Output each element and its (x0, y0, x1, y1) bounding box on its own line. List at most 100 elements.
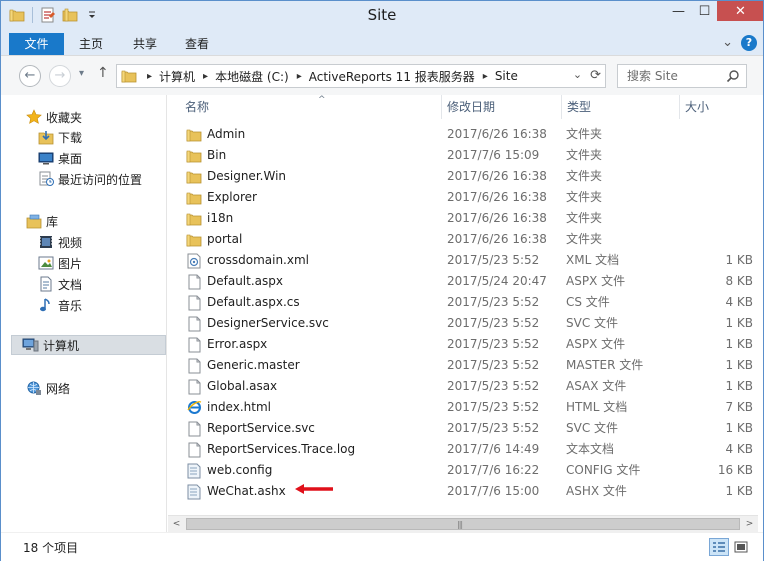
breadcrumb-computer[interactable]: 计算机 (159, 68, 195, 85)
search-icon[interactable] (726, 68, 740, 83)
file-date: 2017/5/23 5:52 (447, 358, 540, 372)
tab-share[interactable]: 共享 (125, 33, 165, 55)
tab-home[interactable]: 主页 (71, 33, 111, 55)
forward-button[interactable]: → (49, 65, 71, 87)
search-input[interactable]: 搜索 Site (617, 64, 747, 88)
file-name-cell[interactable]: Default.aspx.cs (186, 292, 300, 313)
file-row[interactable]: i18n 2017/6/26 16:38 文件夹 (168, 208, 763, 229)
file-name-cell[interactable]: Error.aspx (186, 334, 267, 355)
back-button[interactable]: ← (19, 65, 41, 87)
recent-locations-icon[interactable]: ▾ (79, 68, 84, 79)
sidebar-item-6[interactable]: 视频 (37, 232, 82, 252)
minimize-button[interactable]: — (665, 1, 691, 21)
folder-icon (186, 148, 202, 164)
breadcrumb-separator[interactable]: ▸ (297, 71, 302, 82)
file-name-cell[interactable]: Explorer (186, 187, 257, 208)
file-row[interactable]: Designer.Win 2017/6/26 16:38 文件夹 (168, 166, 763, 187)
file-name-cell[interactable]: Generic.master (186, 355, 300, 376)
history-dropdown-icon[interactable]: ⌄ (573, 68, 582, 83)
file-size (688, 187, 753, 208)
file-date: 2017/7/6 16:22 (447, 463, 540, 477)
sidebar-item-10[interactable]: 计算机 (11, 335, 166, 355)
file-name-cell[interactable]: i18n (186, 208, 233, 229)
file-row[interactable]: portal 2017/6/26 16:38 文件夹 (168, 229, 763, 250)
breadcrumb-separator[interactable]: ▸ (483, 71, 488, 82)
file-name-cell[interactable]: Admin (186, 124, 245, 145)
sidebar-item-4[interactable]: 最近访问的位置 (37, 169, 142, 189)
file-row[interactable]: ReportServices.Trace.log 2017/7/6 14:49 文本… (168, 439, 763, 460)
close-button[interactable]: ✕ (717, 1, 763, 21)
file-row[interactable]: Error.aspx 2017/5/23 5:52 ASPX 文件 1 KB (168, 334, 763, 355)
sidebar-item-1[interactable]: 收藏夹 (25, 107, 82, 127)
sidebar-item-label: 音乐 (58, 298, 83, 313)
sidebar-item-5[interactable]: 库 (25, 211, 58, 231)
ribbon-tabs: 文件 主页 共享 查看 ⌄ ? (1, 31, 763, 55)
file-row[interactable]: Admin 2017/6/26 16:38 文件夹 (168, 124, 763, 145)
file-name: Bin (207, 148, 227, 162)
breadcrumb-local-disk[interactable]: 本地磁盘 (C:) (215, 68, 289, 85)
file-type: 文件夹 (566, 148, 603, 162)
breadcrumb-activereports[interactable]: ActiveReports 11 报表服务器 (309, 68, 475, 85)
file-name-cell[interactable]: web.config (186, 460, 272, 481)
pictures-icon (37, 255, 54, 271)
details-view-icon (713, 542, 725, 552)
address-bar[interactable]: ▸ 计算机 ▸ 本地磁盘 (C:) ▸ ActiveReports 11 报表服… (116, 64, 606, 88)
expand-ribbon-icon[interactable]: ⌄ (722, 36, 733, 49)
file-name-cell[interactable]: Default.aspx (186, 271, 283, 292)
file-row[interactable]: Default.aspx.cs 2017/5/23 5:52 CS 文件 4 KB (168, 292, 763, 313)
file-row[interactable]: Bin 2017/7/6 15:09 文件夹 (168, 145, 763, 166)
file-row[interactable]: Explorer 2017/6/26 16:38 文件夹 (168, 187, 763, 208)
refresh-icon[interactable]: ⟳ (590, 68, 601, 83)
sidebar-item-label: 计算机 (43, 338, 80, 353)
sidebar-item-11[interactable]: 网络 (25, 378, 70, 398)
file-row[interactable]: ReportService.svc 2017/5/23 5:52 SVC 文件 1 K… (168, 418, 763, 439)
file-name-cell[interactable]: index.html (186, 397, 271, 418)
file-row[interactable]: Global.asax 2017/5/23 5:52 ASAX 文件 1 KB (168, 376, 763, 397)
help-icon[interactable]: ? (741, 35, 757, 51)
file-row[interactable]: index.html 2017/5/23 5:52 HTML 文档 7 KB (168, 397, 763, 418)
navigation-bar: ← → ▾ ↑ ▸ 计算机 ▸ 本地磁盘 (C:) ▸ ActiveReport… (1, 55, 763, 95)
large-icons-view-button[interactable] (731, 538, 751, 556)
file-row[interactable]: Generic.master 2017/5/23 5:52 MASTER 文件 1 K… (168, 355, 763, 376)
sidebar-item-9[interactable]: 音乐 (37, 295, 82, 315)
sidebar-item-8[interactable]: 文档 (37, 274, 82, 294)
tab-file[interactable]: 文件 (9, 33, 64, 55)
breadcrumb-site[interactable]: Site (495, 69, 518, 83)
sidebar-item-7[interactable]: 图片 (37, 253, 82, 273)
scroll-left-button[interactable]: < (168, 516, 185, 532)
file-row[interactable]: WeChat.ashx 2017/7/6 15:00 ASHX 文件 1 KB (168, 481, 763, 502)
file-name: WeChat.ashx (207, 484, 286, 498)
scroll-right-button[interactable]: > (741, 516, 758, 532)
file-type: 文件夹 (566, 211, 603, 225)
file-name-cell[interactable]: Global.asax (186, 376, 277, 397)
details-view-button[interactable] (709, 538, 729, 556)
sidebar-item-label: 网络 (46, 381, 71, 396)
file-row[interactable]: DesignerService.svc 2017/5/23 5:52 SVC 文件 1… (168, 313, 763, 334)
file-row[interactable]: web.config 2017/7/6 16:22 CONFIG 文件 16 KB (168, 460, 763, 481)
breadcrumb-separator[interactable]: ▸ (203, 71, 208, 82)
file-name-cell[interactable]: ReportService.svc (186, 418, 315, 439)
sidebar-item-2[interactable]: 下载 (37, 127, 82, 147)
tab-view[interactable]: 查看 (177, 33, 217, 55)
file-name: ReportService.svc (207, 421, 315, 435)
file-name-cell[interactable]: DesignerService.svc (186, 313, 329, 334)
column-header-name[interactable]: 名称 ^ (180, 95, 442, 119)
up-button[interactable]: ↑ (97, 65, 109, 81)
file-name-cell[interactable]: ReportServices.Trace.log (186, 439, 355, 460)
maximize-button[interactable]: ☐ (691, 1, 717, 21)
horizontal-scrollbar[interactable]: < ||| > (168, 515, 758, 532)
scrollbar-thumb[interactable]: ||| (186, 518, 740, 530)
file-name-cell[interactable]: WeChat.ashx (186, 481, 335, 502)
file-row[interactable]: Default.aspx 2017/5/24 20:47 ASPX 文件 8 KB (168, 271, 763, 292)
column-header-size[interactable]: 大小 (680, 95, 763, 119)
sidebar-item-3[interactable]: 桌面 (37, 148, 82, 168)
file-name-cell[interactable]: Bin (186, 145, 226, 166)
folder-icon (186, 232, 202, 248)
file-name-cell[interactable]: portal (186, 229, 242, 250)
column-header-date[interactable]: 修改日期 (442, 95, 562, 119)
column-header-type[interactable]: 类型 (562, 95, 680, 119)
file-name-cell[interactable]: Designer.Win (186, 166, 286, 187)
file-name-cell[interactable]: crossdomain.xml (186, 250, 309, 271)
video-icon (37, 234, 54, 250)
file-row[interactable]: crossdomain.xml 2017/5/23 5:52 XML 文档 1 KB (168, 250, 763, 271)
